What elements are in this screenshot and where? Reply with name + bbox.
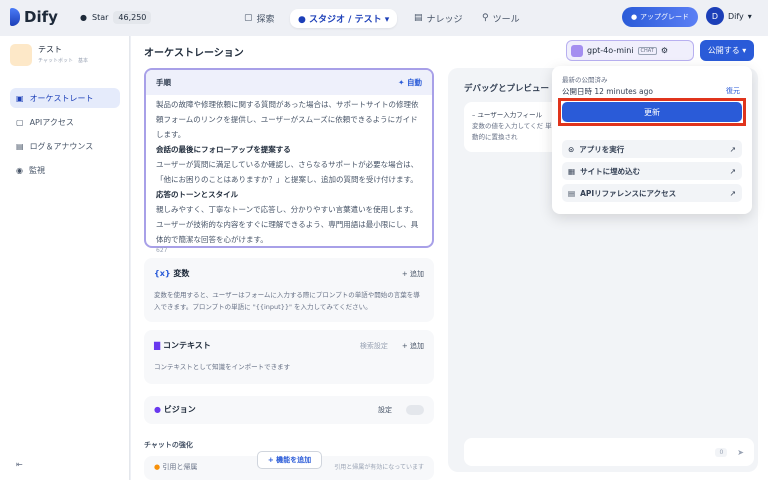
model-selector[interactable]: gpt-4o-mini CHAT ⚙ [566,40,694,61]
update-button[interactable]: 更新 [562,102,742,122]
debug-title: デバッグとプレビュー [464,84,550,94]
upgrade-button[interactable]: ● アップグレード [622,7,698,27]
doc-icon: ▤ [568,188,576,198]
vision-toggle[interactable] [406,404,424,415]
sidebar-item-orchestrate[interactable]: ▣ オーケストレート [10,88,120,108]
app-type: チャットボット 基本 [38,58,88,64]
play-icon: ⊙ [568,144,575,154]
auto-generate-button[interactable]: 自動 [407,78,422,87]
nav-knowledge[interactable]: ▤ ナレッジ [414,8,463,28]
user-menu[interactable]: D Dify ▾ [706,7,752,25]
restore-button[interactable]: 復元 [726,86,740,96]
page-title: オーケストレーション [144,48,244,59]
add-variable-button[interactable]: + 追加 [402,269,424,279]
add-feature-button[interactable]: + 機能を追加 [257,451,322,469]
github-star[interactable]: ● Star 46,250 [80,11,152,24]
studio-icon: ● [298,14,309,25]
app-name[interactable]: テスト [38,44,62,55]
add-context-button[interactable]: + 追加 [402,341,424,351]
dify-logo[interactable]: Dify [10,8,58,26]
vision-section: ● ビジョン 設定 [144,396,434,424]
knowledge-icon: ▤ [414,13,423,23]
run-app-item[interactable]: ⊙ アプリを実行 ↗ [562,140,742,158]
sidebar-item-api[interactable]: ▢ APIアクセス [10,112,120,132]
tool-icon: ⚲ [482,13,489,23]
variables-section: {x} 変数 + 追加 変数を使用すると、ユーザーはフォームに入力する際にプロンプ… [144,258,434,322]
nav-tools[interactable]: ⚲ ツール [482,8,520,28]
sidebar: テスト チャットボット 基本 ▣ オーケストレート ▢ APIアクセス ▤ ログ＆アナ… [0,36,130,480]
prompt-editor[interactable]: 手順 ✦ 自動 製品の故障や修理依頼に関する質問があった場合は、サポートサイトの修… [144,68,434,254]
chat-input[interactable]: 0 ➤ [464,438,754,466]
api-reference-item[interactable]: ▤ APIリファレンスにアクセス ↗ [562,184,742,202]
vision-settings-button[interactable]: 設定 [378,405,392,415]
explore-icon: ▢ [244,13,253,23]
nav-explore[interactable]: ▢ 探索 [244,8,275,28]
context-section: ▇ コンテキスト 検索設定 + 追加 コンテキストとして知識をインポートできます [144,330,434,384]
app-icon [10,44,32,66]
sidebar-item-logs[interactable]: ▤ ログ＆アナウンス [10,136,120,156]
embed-icon: ▦ [568,166,576,176]
send-icon[interactable]: ➤ [737,448,744,457]
nav-studio[interactable]: ● スタジオ / テスト ▾ [290,8,398,28]
publish-popover: 最新の公開済み 公開日時 12 minutes ago 復元 更新 ⊙ アプリを実… [552,66,752,214]
chat-enhance-label: チャットの強化 [144,441,193,449]
collapse-sidebar-icon[interactable]: ⇤ [16,460,23,469]
publish-button[interactable]: 公開する ▾ [700,40,754,61]
embed-site-item[interactable]: ▦ サイトに埋め込む ↗ [562,162,742,180]
top-bar: Dify ● Star 46,250 ▢ 探索 ● スタジオ / テスト ▾ ▤ ナレッ… [0,0,768,36]
sidebar-item-monitor[interactable]: ◉ 監視 [10,160,120,180]
